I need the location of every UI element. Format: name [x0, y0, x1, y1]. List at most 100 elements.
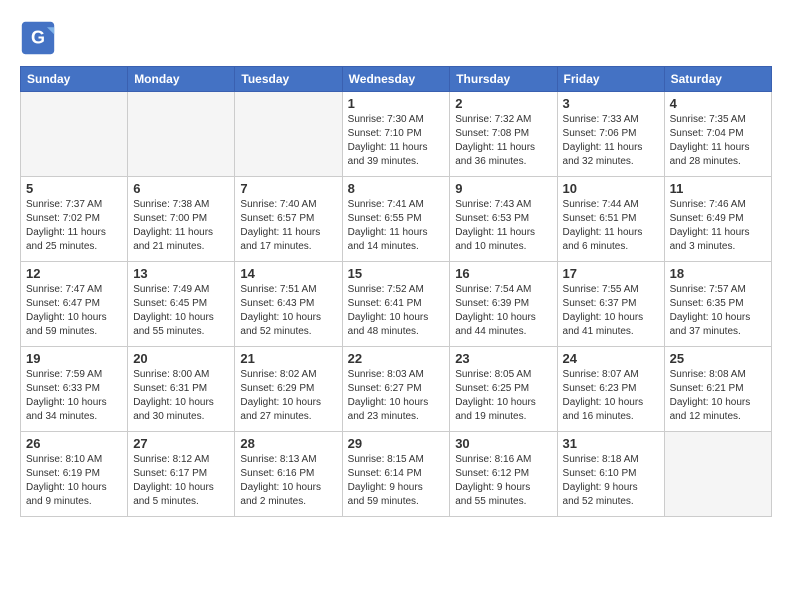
cell-info: Sunrise: 7:40 AM Sunset: 6:57 PM Dayligh… [240, 198, 336, 254]
cal-cell-5-6: 31 Sunrise: 8:18 AM Sunset: 6:10 PM Dayli… [557, 432, 664, 517]
cell-date: 3 [563, 96, 659, 111]
calendar-header-row: SundayMondayTuesdayWednesdayThursdayFrid… [21, 67, 772, 92]
week-row-3: 12 Sunrise: 7:47 AM Sunset: 6:47 PM Dayli… [21, 262, 772, 347]
cal-cell-4-6: 24Sunrise: 8:07 AM Sunset: 6:23 PM Dayli… [557, 347, 664, 432]
cell-info: Sunrise: 8:18 AM Sunset: 6:10 PM Dayligh… [563, 453, 659, 509]
cell-info: Sunrise: 8:12 AM Sunset: 6:17 PM Dayligh… [133, 453, 229, 509]
logo-icon: G [20, 20, 56, 56]
cell-date: 18 [670, 266, 766, 281]
cal-cell-2-1: 5 Sunrise: 7:37 AM Sunset: 7:02 PM Daylig… [21, 177, 128, 262]
cal-cell-1-2 [128, 92, 235, 177]
cell-date: 30 [455, 436, 551, 451]
cell-date: 15 [348, 266, 445, 281]
cell-info: Sunrise: 7:38 AM Sunset: 7:00 PM Dayligh… [133, 198, 229, 254]
cal-cell-4-4: 22 Sunrise: 8:03 AM Sunset: 6:27 PM Dayli… [342, 347, 450, 432]
cell-date: 21 [240, 351, 336, 366]
cell-date: 17 [563, 266, 659, 281]
cell-info: Sunrise: 7:33 AM Sunset: 7:06 PM Dayligh… [563, 113, 659, 169]
cal-cell-2-5: 9Sunrise: 7:43 AM Sunset: 6:53 PM Daylig… [450, 177, 557, 262]
cal-cell-3-3: 14 Sunrise: 7:51 AM Sunset: 6:43 PM Dayli… [235, 262, 342, 347]
cal-cell-2-4: 8 Sunrise: 7:41 AM Sunset: 6:55 PM Daylig… [342, 177, 450, 262]
cell-date: 20 [133, 351, 229, 366]
cell-info: Sunrise: 7:59 AM Sunset: 6:33 PM Dayligh… [26, 368, 122, 424]
cal-cell-5-7 [664, 432, 771, 517]
cell-date: 31 [563, 436, 659, 451]
cal-cell-2-2: 6 Sunrise: 7:38 AM Sunset: 7:00 PM Daylig… [128, 177, 235, 262]
cal-cell-1-3 [235, 92, 342, 177]
cell-info: Sunrise: 8:16 AM Sunset: 6:12 PM Dayligh… [455, 453, 551, 509]
cell-info: Sunrise: 8:13 AM Sunset: 6:16 PM Dayligh… [240, 453, 336, 509]
cell-date: 5 [26, 181, 122, 196]
cell-info: Sunrise: 7:55 AM Sunset: 6:37 PM Dayligh… [563, 283, 659, 339]
cell-info: Sunrise: 8:10 AM Sunset: 6:19 PM Dayligh… [26, 453, 122, 509]
cell-date: 2 [455, 96, 551, 111]
cell-date: 28 [240, 436, 336, 451]
cell-info: Sunrise: 7:49 AM Sunset: 6:45 PM Dayligh… [133, 283, 229, 339]
day-header-friday: Friday [557, 67, 664, 92]
cell-date: 14 [240, 266, 336, 281]
cell-date: 24 [563, 351, 659, 366]
day-header-tuesday: Tuesday [235, 67, 342, 92]
cell-date: 16 [455, 266, 551, 281]
cell-info: Sunrise: 7:47 AM Sunset: 6:47 PM Dayligh… [26, 283, 122, 339]
cell-info: Sunrise: 7:52 AM Sunset: 6:41 PM Dayligh… [348, 283, 445, 339]
cell-date: 10 [563, 181, 659, 196]
cal-cell-2-7: 11 Sunrise: 7:46 AM Sunset: 6:49 PM Dayli… [664, 177, 771, 262]
cal-cell-1-4: 1 Sunrise: 7:30 AM Sunset: 7:10 PM Daylig… [342, 92, 450, 177]
cell-date: 26 [26, 436, 122, 451]
cell-date: 13 [133, 266, 229, 281]
cell-info: Sunrise: 7:46 AM Sunset: 6:49 PM Dayligh… [670, 198, 766, 254]
cell-date: 29 [348, 436, 445, 451]
cal-cell-3-6: 17 Sunrise: 7:55 AM Sunset: 6:37 PM Dayli… [557, 262, 664, 347]
cell-date: 4 [670, 96, 766, 111]
cell-info: Sunrise: 7:30 AM Sunset: 7:10 PM Dayligh… [348, 113, 445, 169]
cell-date: 8 [348, 181, 445, 196]
cell-info: Sunrise: 8:00 AM Sunset: 6:31 PM Dayligh… [133, 368, 229, 424]
cell-info: Sunrise: 7:41 AM Sunset: 6:55 PM Dayligh… [348, 198, 445, 254]
cal-cell-3-4: 15 Sunrise: 7:52 AM Sunset: 6:41 PM Dayli… [342, 262, 450, 347]
cell-info: Sunrise: 7:54 AM Sunset: 6:39 PM Dayligh… [455, 283, 551, 339]
week-row-1: 1 Sunrise: 7:30 AM Sunset: 7:10 PM Daylig… [21, 92, 772, 177]
cell-info: Sunrise: 7:35 AM Sunset: 7:04 PM Dayligh… [670, 113, 766, 169]
cell-date: 1 [348, 96, 445, 111]
cal-cell-2-3: 7Sunrise: 7:40 AM Sunset: 6:57 PM Daylig… [235, 177, 342, 262]
cell-date: 11 [670, 181, 766, 196]
cell-date: 22 [348, 351, 445, 366]
day-header-saturday: Saturday [664, 67, 771, 92]
cell-info: Sunrise: 7:44 AM Sunset: 6:51 PM Dayligh… [563, 198, 659, 254]
cell-info: Sunrise: 8:05 AM Sunset: 6:25 PM Dayligh… [455, 368, 551, 424]
svg-text:G: G [31, 27, 45, 47]
cal-cell-5-2: 27Sunrise: 8:12 AM Sunset: 6:17 PM Dayli… [128, 432, 235, 517]
cell-info: Sunrise: 7:51 AM Sunset: 6:43 PM Dayligh… [240, 283, 336, 339]
cal-cell-4-1: 19 Sunrise: 7:59 AM Sunset: 6:33 PM Dayli… [21, 347, 128, 432]
week-row-5: 26 Sunrise: 8:10 AM Sunset: 6:19 PM Dayli… [21, 432, 772, 517]
cell-date: 6 [133, 181, 229, 196]
cal-cell-4-2: 20 Sunrise: 8:00 AM Sunset: 6:31 PM Dayli… [128, 347, 235, 432]
cell-info: Sunrise: 7:32 AM Sunset: 7:08 PM Dayligh… [455, 113, 551, 169]
cal-cell-5-5: 30 Sunrise: 8:16 AM Sunset: 6:12 PM Dayli… [450, 432, 557, 517]
cal-cell-4-7: 25Sunrise: 8:08 AM Sunset: 6:21 PM Dayli… [664, 347, 771, 432]
cal-cell-1-7: 4 Sunrise: 7:35 AM Sunset: 7:04 PM Daylig… [664, 92, 771, 177]
cal-cell-4-5: 23 Sunrise: 8:05 AM Sunset: 6:25 PM Dayli… [450, 347, 557, 432]
cal-cell-4-3: 21 Sunrise: 8:02 AM Sunset: 6:29 PM Dayli… [235, 347, 342, 432]
cell-info: Sunrise: 8:02 AM Sunset: 6:29 PM Dayligh… [240, 368, 336, 424]
cell-info: Sunrise: 7:57 AM Sunset: 6:35 PM Dayligh… [670, 283, 766, 339]
week-row-4: 19 Sunrise: 7:59 AM Sunset: 6:33 PM Dayli… [21, 347, 772, 432]
cell-info: Sunrise: 8:15 AM Sunset: 6:14 PM Dayligh… [348, 453, 445, 509]
cell-info: Sunrise: 7:37 AM Sunset: 7:02 PM Dayligh… [26, 198, 122, 254]
cell-info: Sunrise: 7:43 AM Sunset: 6:53 PM Dayligh… [455, 198, 551, 254]
calendar-body: 1 Sunrise: 7:30 AM Sunset: 7:10 PM Daylig… [21, 92, 772, 517]
logo: G [20, 20, 62, 56]
cal-cell-5-1: 26 Sunrise: 8:10 AM Sunset: 6:19 PM Dayli… [21, 432, 128, 517]
cal-cell-1-1 [21, 92, 128, 177]
page-header: G [20, 20, 772, 56]
cal-cell-3-2: 13 Sunrise: 7:49 AM Sunset: 6:45 PM Dayli… [128, 262, 235, 347]
calendar-table: SundayMondayTuesdayWednesdayThursdayFrid… [20, 66, 772, 517]
cell-date: 19 [26, 351, 122, 366]
day-header-sunday: Sunday [21, 67, 128, 92]
cal-cell-1-6: 3 Sunrise: 7:33 AM Sunset: 7:06 PM Daylig… [557, 92, 664, 177]
cell-date: 12 [26, 266, 122, 281]
cell-date: 23 [455, 351, 551, 366]
cal-cell-3-5: 16 Sunrise: 7:54 AM Sunset: 6:39 PM Dayli… [450, 262, 557, 347]
cell-info: Sunrise: 8:03 AM Sunset: 6:27 PM Dayligh… [348, 368, 445, 424]
